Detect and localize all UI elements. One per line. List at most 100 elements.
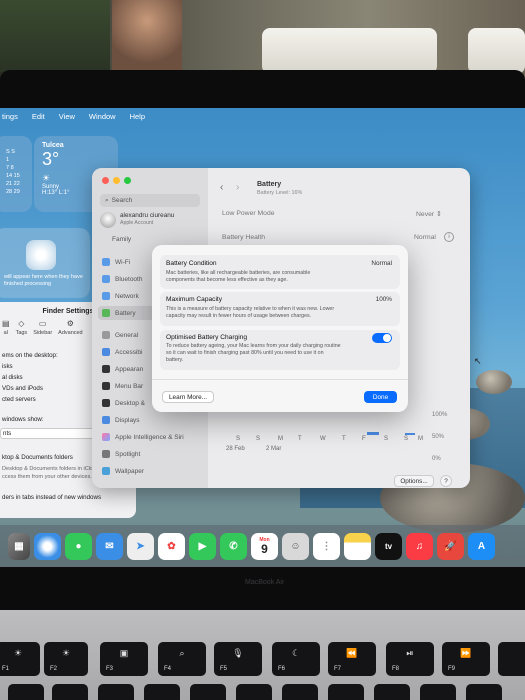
key-row2[interactable] xyxy=(374,684,410,700)
minimize-button[interactable] xyxy=(113,177,120,184)
key-f2[interactable]: ☀ F2 xyxy=(44,642,88,676)
facetime-icon[interactable]: ▶ xyxy=(189,532,216,560)
key-row2[interactable] xyxy=(466,684,502,700)
maps-icon[interactable]: ➤ xyxy=(127,532,154,560)
sidebar-item-spotlight[interactable]: Spotlight xyxy=(102,450,140,458)
info-icon[interactable]: i xyxy=(444,232,454,242)
condition-value: Normal xyxy=(371,260,392,267)
zoom-button[interactable] xyxy=(124,177,131,184)
low-power-select[interactable]: Never ⇕ xyxy=(416,210,442,218)
menu-window[interactable]: Window xyxy=(89,112,116,121)
back-chevron-icon[interactable]: ‹ xyxy=(220,182,223,193)
done-button[interactable]: Done xyxy=(364,391,397,403)
sidebar-item-network[interactable]: Network xyxy=(102,292,139,300)
sidebar-item-label: Spotlight xyxy=(115,450,141,458)
sidebar-item-siri[interactable]: Apple Intelligence & Siri xyxy=(102,433,184,441)
menu-view[interactable]: View xyxy=(59,112,75,121)
condition-title: Battery Condition xyxy=(166,260,217,267)
key-f6[interactable]: ☾ F6 xyxy=(272,642,320,676)
key-row2[interactable] xyxy=(190,684,226,700)
menu-edit[interactable]: Edit xyxy=(32,112,45,121)
menu-bar: tings Edit View Window Help xyxy=(0,108,525,124)
sidebar-item-family[interactable]: Family xyxy=(112,236,131,243)
key-row2[interactable] xyxy=(98,684,134,700)
contacts-icon[interactable]: ☺ xyxy=(282,532,309,560)
key-f8[interactable]: ⏯ F8 xyxy=(386,642,434,676)
capacity-title: Maximum Capacity xyxy=(166,296,223,303)
tab-sidebar[interactable]: ▭ Sidebar xyxy=(33,319,52,336)
general-icon: ▤ xyxy=(2,319,10,328)
mission-control-icon: ▣ xyxy=(119,648,129,658)
help-button[interactable]: ? xyxy=(440,475,452,487)
battery-icon xyxy=(102,309,110,317)
sidebar-item-bluetooth[interactable]: Bluetooth xyxy=(102,275,142,283)
tab-advanced[interactable]: ⚙ Advanced xyxy=(58,319,82,336)
key-f4[interactable]: ⌕ F4 xyxy=(158,642,206,676)
rocket-icon[interactable]: 🚀 xyxy=(437,532,464,560)
sidebar-item-wifi[interactable]: Wi-Fi xyxy=(102,258,130,266)
menu-settings[interactable]: tings xyxy=(2,112,18,121)
avatar[interactable] xyxy=(100,212,116,228)
finder-checkbox-label[interactable]: VDs and iPods xyxy=(2,385,43,392)
dock: ▦ ● ✉ ➤ ✿ ▶ ✆ Mon 9 ☺ ⋮ tv ♫ 🚀 A xyxy=(0,525,525,567)
key-row2[interactable] xyxy=(328,684,364,700)
capacity-value: 100% xyxy=(375,296,392,303)
options-button[interactable]: Options... xyxy=(394,475,434,487)
sidebar-item-accessibility[interactable]: Accessibi xyxy=(102,348,142,356)
siri-icon xyxy=(102,433,110,441)
key-row2[interactable] xyxy=(8,684,44,700)
tab-tags[interactable]: ◇ Tags xyxy=(16,319,28,336)
key-f5[interactable]: 🎙 F5 xyxy=(214,642,262,676)
apple-tv-icon[interactable]: tv xyxy=(375,532,402,560)
mail-icon[interactable]: ✉ xyxy=(96,532,123,560)
network-icon xyxy=(102,292,110,300)
desktop-icon xyxy=(102,399,110,407)
key-row2[interactable] xyxy=(420,684,456,700)
tab-general[interactable]: ▤ al xyxy=(2,319,10,336)
key-f7[interactable]: ⏪ F7 xyxy=(328,642,376,676)
notes-icon[interactable] xyxy=(344,532,371,560)
learn-more-button[interactable]: Learn More... xyxy=(162,391,214,403)
key-f10[interactable] xyxy=(498,642,525,676)
key-row2[interactable] xyxy=(236,684,272,700)
sidebar-item-label: Wallpaper xyxy=(115,467,145,475)
finder-checkbox-label[interactable]: isks xyxy=(2,363,13,370)
photos-widget[interactable]: will appear here when they have finished… xyxy=(0,228,90,298)
phone-icon[interactable]: ✆ xyxy=(220,532,247,560)
music-icon[interactable]: ♫ xyxy=(406,532,433,560)
sidebar-item-displays[interactable]: Displays xyxy=(102,416,140,424)
key-f9[interactable]: ⏩ F9 xyxy=(442,642,490,676)
app-store-icon[interactable]: A xyxy=(468,532,495,560)
close-button[interactable] xyxy=(102,177,109,184)
forward-chevron-icon[interactable]: › xyxy=(236,182,239,193)
calendar-cell: 28 29 xyxy=(6,189,20,195)
key-row2[interactable] xyxy=(282,684,318,700)
sidebar-item-desktop[interactable]: Desktop & xyxy=(102,399,145,407)
optimised-charging-toggle[interactable] xyxy=(372,333,392,343)
sidebar-item-menu-bar[interactable]: Menu Bar xyxy=(102,382,143,390)
tab-tags-label: Tags xyxy=(15,330,28,336)
reminders-icon[interactable]: ⋮ xyxy=(313,532,340,560)
key-f1[interactable]: ☀ F1 xyxy=(0,642,40,676)
sidebar-item-wallpaper[interactable]: Wallpaper xyxy=(102,467,144,475)
key-f3[interactable]: ▣ F3 xyxy=(100,642,148,676)
search-input[interactable]: ⌕ Search xyxy=(100,194,200,207)
finder-checkbox-label[interactable]: al disks xyxy=(2,374,23,381)
key-row2[interactable] xyxy=(52,684,88,700)
calendar-icon[interactable]: Mon 9 xyxy=(251,532,278,560)
sidebar-item-battery[interactable]: Battery xyxy=(102,309,136,317)
sidebar-item-appearance[interactable]: Appearan xyxy=(102,365,143,373)
menu-help[interactable]: Help xyxy=(130,112,145,121)
messages-icon[interactable]: ● xyxy=(65,532,92,560)
finder-checkbox-label[interactable]: ktop & Documents folders xyxy=(2,454,73,461)
calendar-widget[interactable]: S S 1 7 8 14 15 21 22 28 29 xyxy=(0,136,32,212)
user-name[interactable]: alexandru ciureanu xyxy=(120,212,174,219)
sidebar-item-general[interactable]: General xyxy=(102,331,138,339)
safari-icon[interactable] xyxy=(34,532,61,560)
calendar-cell: 1 xyxy=(6,157,10,163)
launchpad-icon[interactable]: ▦ xyxy=(8,532,30,560)
photos-icon[interactable]: ✿ xyxy=(158,532,185,560)
key-row2[interactable] xyxy=(144,684,180,700)
finder-checkbox-label[interactable]: cted servers xyxy=(2,396,36,403)
finder-checkbox-label[interactable]: ders in tabs instead of new windows xyxy=(2,494,101,501)
